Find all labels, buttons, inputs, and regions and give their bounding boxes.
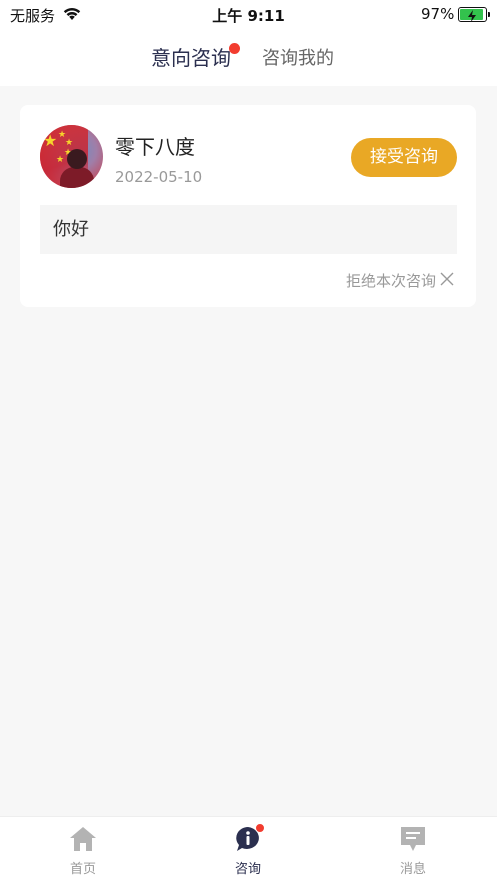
battery-percent: 97%: [421, 5, 455, 23]
nav-item-messages[interactable]: 消息: [373, 825, 453, 877]
consult-card: ★ ★ ★ ★ ★ 零下八度 2022-05-10 接受咨询 你好 拒绝本次咨询: [20, 105, 476, 307]
avatar[interactable]: ★ ★ ★ ★ ★: [40, 125, 103, 188]
nav-item-consult[interactable]: 咨询: [208, 823, 288, 877]
consult-date: 2022-05-10: [115, 168, 203, 186]
accept-consult-button[interactable]: 接受咨询: [351, 138, 457, 177]
reject-consult-button[interactable]: 拒绝本次咨询: [346, 270, 454, 291]
consult-tabs: 意向咨询 咨询我的: [0, 30, 497, 86]
user-name: 零下八度: [115, 135, 195, 159]
nav-label-home: 首页: [69, 862, 96, 877]
nav-notification-dot: [255, 823, 265, 833]
nav-label-consult: 咨询: [234, 862, 261, 877]
nav-item-home[interactable]: 首页: [43, 825, 123, 877]
close-icon: [440, 272, 454, 290]
tab-notification-dot: [229, 43, 240, 54]
bottom-nav: 首页 咨询 消息: [0, 816, 497, 883]
info-chat-icon: [233, 827, 263, 857]
status-bar: 无服务 上午 9:11 97%: [0, 0, 497, 30]
tab-consult-me[interactable]: 咨询我的: [262, 44, 334, 70]
tab-intent-consult[interactable]: 意向咨询: [151, 42, 231, 71]
reject-consult-label: 拒绝本次咨询: [345, 272, 436, 290]
nav-label-messages: 消息: [399, 862, 426, 877]
consult-message: 你好: [40, 205, 457, 254]
message-icon: [398, 827, 428, 857]
home-icon: [68, 827, 98, 857]
battery-icon: [458, 7, 487, 22]
